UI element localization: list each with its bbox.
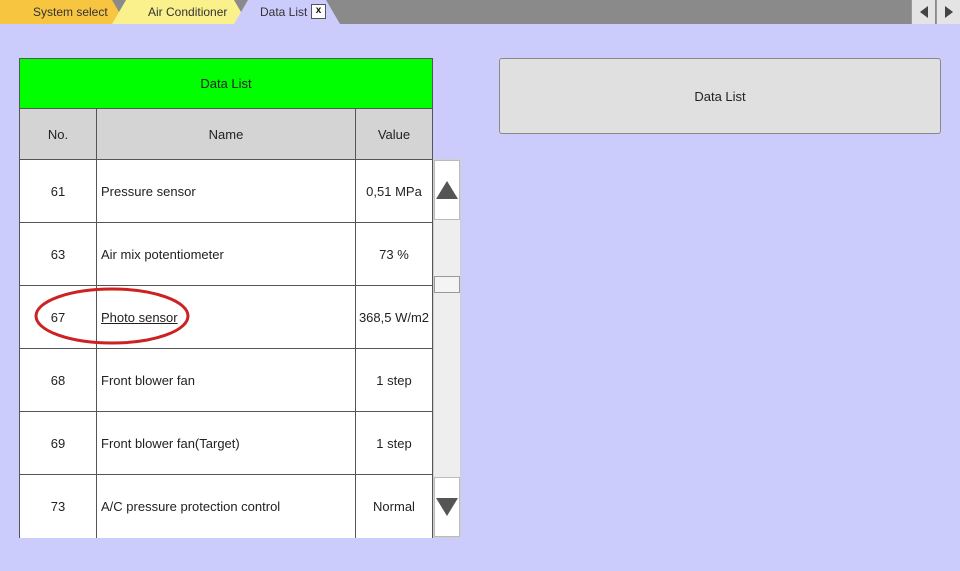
tab-data-list[interactable]: Data List: [234, 0, 344, 24]
row-no: 67: [20, 286, 97, 348]
table-scrollbar[interactable]: [433, 159, 461, 538]
tab-system-select-label: System select: [33, 5, 108, 19]
row-name: Pressure sensor: [97, 160, 356, 222]
tab-air-conditioner[interactable]: Air Conditioner: [112, 0, 252, 24]
tab-close-button[interactable]: x: [311, 4, 326, 19]
tab-air-conditioner-label: Air Conditioner: [148, 5, 228, 19]
data-list-table: Data List No. Name Value 61 Pressure sen…: [19, 58, 433, 538]
scroll-up-button[interactable]: [434, 160, 460, 220]
triangle-right-icon: [944, 6, 953, 18]
table-header: No. Name Value: [20, 109, 432, 160]
column-header-value: Value: [377, 126, 411, 142]
triangle-down-icon: [436, 498, 458, 516]
row-name-link[interactable]: Photo sensor: [101, 310, 178, 325]
data-list-button-label: Data List: [694, 88, 746, 104]
data-list-button[interactable]: Data List: [499, 58, 941, 134]
row-value: 1 step: [376, 435, 412, 451]
column-header-name-label: Name: [208, 126, 244, 142]
row-name: Front blower fan: [97, 349, 356, 411]
scroll-down-button[interactable]: [434, 477, 460, 537]
row-value: 1 step: [376, 372, 412, 388]
row-value: 0,51 MPa: [366, 183, 422, 199]
table-row[interactable]: 67 Photo sensor 368,5 W/m2: [20, 286, 432, 349]
column-header-name: Name: [97, 109, 356, 159]
column-header-no: No.: [20, 109, 97, 159]
scroll-thumb[interactable]: [434, 276, 460, 293]
row-no: 68: [20, 349, 97, 411]
tab-scroll-right-button[interactable]: [936, 0, 960, 24]
row-name: Front blower fan(Target): [97, 412, 356, 474]
row-no: 61: [20, 160, 97, 222]
table-row[interactable]: 68 Front blower fan 1 step: [20, 349, 432, 412]
tab-system-select[interactable]: System select: [0, 0, 130, 24]
triangle-up-icon: [436, 181, 458, 199]
row-value: 368,5 W/m2: [358, 309, 430, 325]
tab-data-list-label: Data List: [260, 5, 308, 19]
triangle-left-icon: [919, 6, 928, 18]
table-row[interactable]: 61 Pressure sensor 0,51 MPa: [20, 160, 432, 223]
table-title: Data List: [20, 59, 432, 109]
row-no: 63: [20, 223, 97, 285]
row-name: Photo sensor: [97, 286, 356, 348]
tab-bar: System select Air Conditioner Data List …: [0, 0, 960, 24]
row-value: 73 %: [379, 246, 409, 262]
table-row[interactable]: 73 A/C pressure protection control Norma…: [20, 475, 432, 538]
tab-scroll-left-button[interactable]: [911, 0, 935, 24]
row-name: A/C pressure protection control: [97, 475, 356, 538]
row-no: 73: [20, 475, 97, 538]
row-value: Normal: [373, 499, 415, 514]
table-row[interactable]: 69 Front blower fan(Target) 1 step: [20, 412, 432, 475]
table-row[interactable]: 63 Air mix potentiometer 73 %: [20, 223, 432, 286]
row-no: 69: [20, 412, 97, 474]
row-name: Air mix potentiometer: [97, 223, 356, 285]
